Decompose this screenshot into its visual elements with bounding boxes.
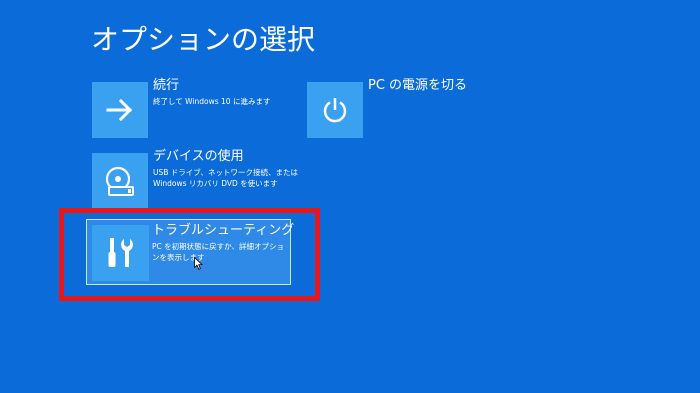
troubleshoot-tile xyxy=(92,225,149,281)
disc-drive-icon xyxy=(105,166,134,196)
power-off-option[interactable]: PC の電源を切る xyxy=(307,78,507,138)
troubleshoot-title: トラブルシューティング xyxy=(152,223,295,238)
continue-option[interactable]: 続行 終了して Windows 10 に進みます xyxy=(92,78,292,138)
troubleshoot-description: PC を初期状態に戻すか、詳細オプションを表示します xyxy=(152,242,284,262)
use-device-description: USB ドライブ、ネットワーク接続、または Windows リカバリ DVD を… xyxy=(153,168,299,188)
continue-tile xyxy=(92,82,148,138)
continue-description: 終了して Windows 10 に進みます xyxy=(153,97,271,106)
mouse-cursor-icon xyxy=(194,257,203,270)
recovery-screen: オプションの選択 続行 終了して Windows 10 に進みます PC の電源… xyxy=(0,0,700,393)
arrow-right-icon xyxy=(106,99,133,121)
power-off-title: PC の電源を切る xyxy=(368,78,468,93)
troubleshoot-option[interactable]: トラブルシューティング PC を初期状態に戻すか、詳細オプションを表示します xyxy=(86,219,295,286)
power-off-tile xyxy=(307,82,363,138)
tools-icon xyxy=(108,238,133,267)
power-icon xyxy=(323,98,347,123)
page-title: オプションの選択 xyxy=(91,23,316,56)
use-device-tile xyxy=(92,153,148,209)
use-device-title: デバイスの使用 xyxy=(153,149,244,164)
use-device-option[interactable]: デバイスの使用 USB ドライブ、ネットワーク接続、または Windows リカ… xyxy=(92,149,298,209)
continue-title: 続行 xyxy=(153,78,180,93)
